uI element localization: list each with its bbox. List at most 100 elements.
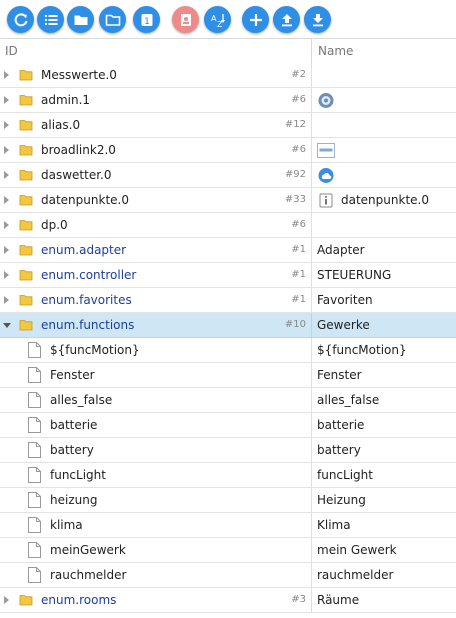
table-row[interactable]: Fenster Fenster xyxy=(0,363,456,388)
add-object-button[interactable] xyxy=(242,6,269,33)
upload-icon xyxy=(281,13,292,26)
table-row[interactable]: Messwerte.0 #2 xyxy=(0,63,456,88)
object-tree: Messwerte.0 #2 admin.1 #6 alias.0 #12 br… xyxy=(0,63,456,613)
table-row[interactable]: ${funcMotion} ${funcMotion} xyxy=(0,338,456,363)
folder-icon xyxy=(19,245,33,256)
folder-icon xyxy=(19,170,33,181)
table-row[interactable]: enum.favorites #1 Favoriten xyxy=(0,288,456,313)
object-name: alles_false xyxy=(317,393,380,407)
admin-adapter-icon xyxy=(318,93,334,108)
column-divider xyxy=(311,413,312,438)
expand-arrow-icon[interactable] xyxy=(4,596,9,604)
table-row[interactable]: funcLight funcLight xyxy=(0,463,456,488)
object-name: Adapter xyxy=(317,243,365,257)
refresh-button[interactable] xyxy=(7,6,34,33)
object-name: Fenster xyxy=(317,368,362,382)
object-name: battery xyxy=(317,443,361,457)
child-count: #6 xyxy=(291,144,306,155)
expand-arrow-icon[interactable] xyxy=(4,146,9,154)
object-name: STEUERUNG xyxy=(317,268,392,282)
table-row[interactable]: enum.adapter #1 Adapter xyxy=(0,238,456,263)
column-divider[interactable] xyxy=(311,39,312,64)
folder-icon xyxy=(74,15,87,25)
object-id: rauchmelder xyxy=(50,568,127,582)
object-id: ${funcMotion} xyxy=(50,343,140,357)
object-id: heizung xyxy=(50,493,98,507)
folder-view-button[interactable] xyxy=(67,6,94,33)
expand-arrow-icon[interactable] xyxy=(4,121,9,129)
object-id: klima xyxy=(50,518,83,532)
column-divider xyxy=(311,313,312,338)
table-row[interactable]: heizung Heizung xyxy=(0,488,456,513)
sort-az-icon: AZ xyxy=(211,13,225,28)
table-row[interactable]: meinGewerk mein Gewerk xyxy=(0,538,456,563)
id-column-header[interactable]: ID xyxy=(5,44,18,58)
table-row[interactable]: rauchmelder rauchmelder xyxy=(0,563,456,588)
column-divider xyxy=(311,263,312,288)
collapse-arrow-icon[interactable] xyxy=(3,323,11,328)
list-view-button[interactable] xyxy=(37,6,64,33)
child-count: #6 xyxy=(291,219,306,230)
sort-button[interactable]: AZ xyxy=(204,6,231,33)
table-row[interactable]: enum.controller #1 STEUERUNG xyxy=(0,263,456,288)
column-divider xyxy=(311,588,312,613)
list-icon xyxy=(44,14,57,25)
folder-icon xyxy=(19,120,33,131)
table-row[interactable]: alles_false alles_false xyxy=(0,388,456,413)
folder-outline-icon xyxy=(105,14,120,26)
download-button[interactable] xyxy=(304,6,331,33)
counter-icon: 1 xyxy=(141,13,152,27)
child-count: #3 xyxy=(291,594,306,605)
object-id: enum.functions xyxy=(41,318,135,332)
table-row[interactable]: admin.1 #6 xyxy=(0,88,456,113)
file-icon xyxy=(28,442,41,458)
expand-arrow-icon[interactable] xyxy=(4,171,9,179)
table-row[interactable]: alias.0 #12 xyxy=(0,113,456,138)
object-id: funcLight xyxy=(50,468,106,482)
role-filter-button[interactable] xyxy=(172,6,199,33)
expand-arrow-icon[interactable] xyxy=(4,271,9,279)
object-name: Gewerke xyxy=(317,318,370,332)
name-column-header[interactable]: Name xyxy=(318,44,353,58)
expand-level-button[interactable]: 1 xyxy=(133,6,160,33)
object-id: battery xyxy=(50,443,94,457)
table-row[interactable]: daswetter.0 #92 xyxy=(0,163,456,188)
table-row[interactable]: battery battery xyxy=(0,438,456,463)
object-id: admin.1 xyxy=(41,93,91,107)
object-name: Heizung xyxy=(317,493,366,507)
expand-arrow-icon[interactable] xyxy=(4,96,9,104)
expand-arrow-icon[interactable] xyxy=(4,296,9,304)
child-count: #10 xyxy=(284,319,306,330)
table-row[interactable]: dp.0 #6 xyxy=(0,213,456,238)
table-row-selected[interactable]: enum.functions #10 Gewerke xyxy=(0,313,456,338)
folder-icon xyxy=(19,145,33,156)
table-row[interactable]: batterie batterie xyxy=(0,413,456,438)
svg-text:1: 1 xyxy=(144,17,150,27)
file-icon xyxy=(28,492,41,508)
column-divider xyxy=(311,538,312,563)
child-count: #1 xyxy=(291,269,306,280)
expand-arrow-icon[interactable] xyxy=(4,196,9,204)
collapse-folders-button[interactable] xyxy=(99,6,126,33)
folder-icon xyxy=(19,270,33,281)
folder-icon xyxy=(19,595,33,606)
upload-button[interactable] xyxy=(273,6,300,33)
download-icon xyxy=(312,13,323,26)
table-row[interactable]: enum.rooms #3 Räume xyxy=(0,588,456,613)
expand-arrow-icon[interactable] xyxy=(4,221,9,229)
expand-arrow-icon[interactable] xyxy=(4,71,9,79)
column-divider xyxy=(311,363,312,388)
table-header: ID Name xyxy=(0,38,456,64)
object-name: Favoriten xyxy=(317,293,373,307)
file-icon xyxy=(28,517,41,533)
child-count: #33 xyxy=(284,194,306,205)
table-row[interactable]: datenpunkte.0 #33 datenpunkte.0 xyxy=(0,188,456,213)
column-divider xyxy=(311,438,312,463)
table-row[interactable]: broadlink2.0 #6 xyxy=(0,138,456,163)
object-id: meinGewerk xyxy=(50,543,126,557)
child-count: #6 xyxy=(291,94,306,105)
table-row[interactable]: klima Klima xyxy=(0,513,456,538)
object-id: alles_false xyxy=(50,393,113,407)
child-count: #1 xyxy=(291,244,306,255)
expand-arrow-icon[interactable] xyxy=(4,246,9,254)
